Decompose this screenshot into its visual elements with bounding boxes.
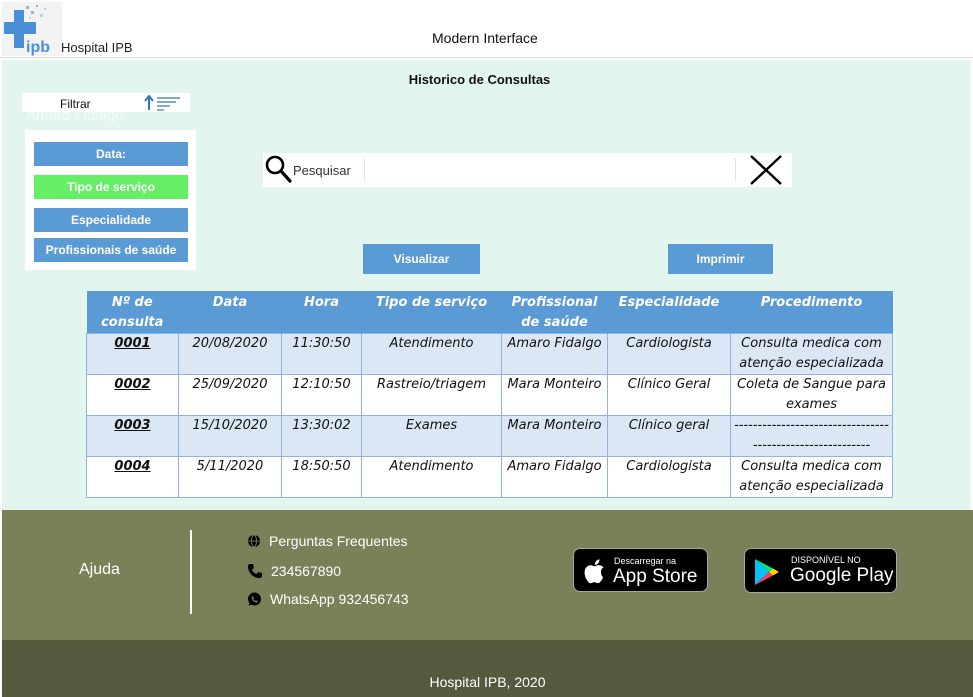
table-cell: Consulta medica com atenção especializad… — [730, 333, 893, 375]
search-divider — [364, 158, 365, 182]
filter-label: Filtrar — [60, 97, 91, 111]
hospital-logo: ipb — [2, 2, 62, 56]
consultation-number-link[interactable]: 0003 — [86, 415, 179, 457]
column-header[interactable]: Especialidade — [607, 291, 731, 334]
table-cell: 18:50:50 — [281, 456, 362, 498]
app-title: Modern Interface — [432, 30, 538, 46]
faq-link[interactable]: Perguntas Frequentes — [247, 533, 408, 549]
table-cell: Clínico geral — [607, 415, 731, 457]
phone-icon — [248, 564, 262, 578]
google-play-icon — [755, 559, 779, 585]
footer-divider — [190, 530, 192, 614]
copyright: Hospital IPB, 2020 — [429, 674, 546, 690]
filter-option-service-type[interactable]: Tipo de serviço — [34, 175, 188, 199]
table-cell: Exames — [361, 415, 502, 457]
footer: Ajuda Perguntas Frequentes 234567890 Wha… — [2, 510, 973, 640]
table-row[interactable]: 0003 15/10/2020 13:30:02 Exames Mara Mon… — [86, 415, 893, 457]
table-cell: ----------------------------------------… — [730, 415, 893, 457]
table-cell: 25/09/2020 — [178, 374, 282, 416]
table-cell: 13:30:02 — [281, 415, 362, 457]
filter-option-date[interactable]: Data: — [34, 142, 188, 166]
sort-icon[interactable] — [142, 95, 186, 111]
google-play-big-text: Google Play — [790, 565, 894, 586]
table-cell: Cardiologista — [607, 333, 731, 375]
filter-bar[interactable]: Filtrar — [22, 93, 190, 112]
column-header[interactable]: Profissional de saúde — [501, 291, 608, 334]
table-cell: Amaro Fidalgo — [501, 456, 608, 498]
header: ipb Hospital IPB Modern Interface — [0, 0, 973, 58]
whatsapp-icon — [248, 592, 261, 606]
table-header-row: Nº de consulta Data Hora Tipo de serviço… — [86, 291, 893, 334]
app-store-big-text: App Store — [613, 566, 698, 587]
phone-number: 234567890 — [271, 563, 342, 579]
faq-label: Perguntas Frequentes — [269, 533, 408, 549]
table-cell: Mara Monteiro — [501, 415, 608, 457]
consultation-number-link[interactable]: 0004 — [86, 456, 179, 498]
consultations-table: Nº de consulta Data Hora Tipo de serviço… — [86, 291, 893, 498]
help-label[interactable]: Ajuda — [79, 561, 120, 579]
column-header[interactable]: Procedimento — [730, 291, 893, 334]
filter-panel: Data: Tipo de serviço Especialidade Prof… — [25, 130, 196, 270]
table-row[interactable]: 0004 5/11/2020 18:50:50 Atendimento Amar… — [86, 456, 893, 498]
close-icon[interactable] — [747, 154, 785, 186]
column-header[interactable]: Nº de consulta — [86, 291, 179, 334]
whatsapp-link[interactable]: WhatsApp 932456743 — [247, 591, 409, 607]
column-header[interactable]: Data — [178, 291, 282, 334]
search-icon[interactable] — [263, 154, 293, 184]
svg-text:ipb: ipb — [26, 39, 50, 56]
filter-option-health-professionals[interactable]: Profissionais de saúde — [34, 238, 188, 262]
table-cell: 11:30:50 — [281, 333, 362, 375]
table-cell: 5/11/2020 — [178, 456, 282, 498]
globe-icon — [248, 534, 260, 548]
table-cell: Rastreio/triagem — [361, 374, 502, 416]
search-box: Pesquisar — [263, 153, 792, 187]
app-store-small-text: Descarregar na — [614, 556, 677, 566]
table-cell: Coleta de Sangue para exames — [730, 374, 893, 416]
filter-option-specialty[interactable]: Especialidade — [34, 208, 188, 232]
table-cell: Clínico Geral — [607, 374, 731, 416]
table-cell: Cardiologista — [607, 456, 731, 498]
hospital-name: Hospital IPB — [61, 40, 133, 55]
view-button[interactable]: Visualizar — [363, 244, 480, 274]
table-cell: Atendimento — [361, 456, 502, 498]
print-button[interactable]: Imprimir — [668, 244, 773, 274]
table-cell: Atendimento — [361, 333, 502, 375]
whatsapp-number: WhatsApp 932456743 — [270, 591, 409, 607]
table-cell: 20/08/2020 — [178, 333, 282, 375]
table-row[interactable]: 0001 20/08/2020 11:30:50 Atendimento Ama… — [86, 333, 893, 375]
table-cell: Consulta medica com atenção especializad… — [730, 456, 893, 498]
google-play-small-text: DISPONÍVEL NO — [791, 555, 861, 565]
table-cell: 15/10/2020 — [178, 415, 282, 457]
table-row[interactable]: 0002 25/09/2020 12:10:50 Rastreio/triage… — [86, 374, 893, 416]
column-header[interactable]: Hora — [281, 291, 362, 334]
search-divider — [735, 158, 736, 182]
consultation-number-link[interactable]: 0002 — [86, 374, 179, 416]
google-play-button[interactable]: DISPONÍVEL NO Google Play — [744, 548, 897, 593]
consultation-number-link[interactable]: 0001 — [86, 333, 179, 375]
search-input[interactable] — [367, 157, 733, 183]
apple-icon — [584, 559, 604, 584]
table-cell: Mara Monteiro — [501, 374, 608, 416]
table-cell: Amaro Fidalgo — [501, 333, 608, 375]
app-store-button[interactable]: Descarregar na App Store — [573, 548, 708, 592]
phone-link[interactable]: 234567890 — [247, 563, 341, 579]
search-label: Pesquisar — [293, 163, 351, 178]
column-header[interactable]: Tipo de serviço — [361, 291, 502, 334]
main-content: Historico de Consultas Amaro Fidalgo Fil… — [2, 60, 971, 510]
bottom-bar: Hospital IPB, 2020 — [2, 640, 973, 697]
page-title: Historico de Consultas — [408, 72, 551, 87]
table-cell: 12:10:50 — [281, 374, 362, 416]
